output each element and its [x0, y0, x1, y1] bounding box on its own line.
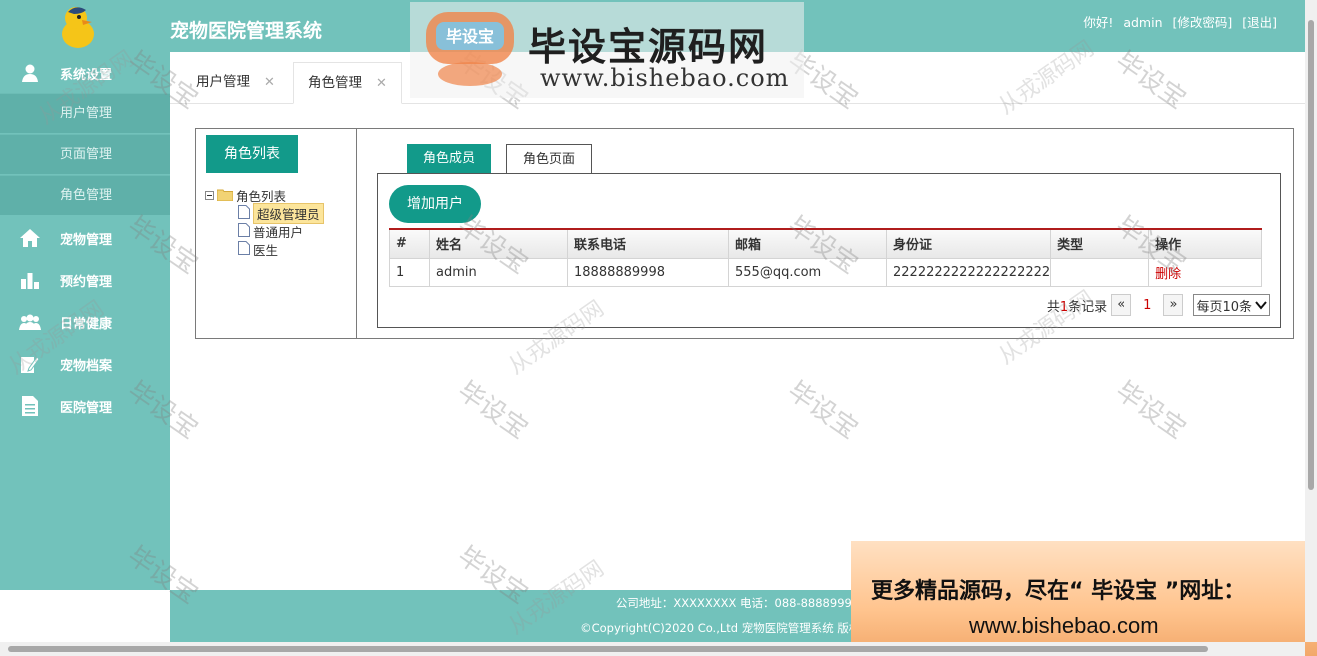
table-header-row: # 姓名 联系电话 邮箱 身份证 类型 操作	[389, 228, 1262, 259]
tree-item-regular-user[interactable]: 普通用户	[238, 222, 303, 241]
cell-email: 555@qq.com	[728, 257, 887, 287]
folder-icon	[216, 188, 234, 204]
brand-watermark: 毕设宝 毕设宝源码网 www.bishebao.com	[410, 2, 804, 98]
current-page[interactable]: 1	[1143, 298, 1151, 313]
nav-pet-records[interactable]: 宠物档案	[0, 344, 170, 384]
nav-label: 宠物管理	[60, 232, 113, 248]
duck-logo-icon	[62, 7, 94, 48]
scroll-thumb[interactable]	[1308, 20, 1314, 490]
cell-no: 1	[389, 257, 430, 287]
edit-doc-icon	[18, 352, 42, 376]
tab-role-management[interactable]: 角色管理 ✕	[293, 62, 402, 104]
add-user-button[interactable]: 增加用户	[389, 185, 481, 223]
chevron-down-icon	[1255, 301, 1267, 310]
cell-action: 删除	[1148, 257, 1262, 287]
sidebar-item-user-management[interactable]: 用户管理	[0, 93, 170, 133]
sidebar: 系统设置 用户管理 页面管理 角色管理 宠物管理 预约管理 日常健康 宠物档案 …	[0, 0, 170, 590]
nav-hospital-management[interactable]: 医院管理	[0, 386, 170, 426]
tree-item-super-admin[interactable]: 超级管理员	[238, 203, 324, 224]
brand-url: www.bishebao.com	[540, 64, 790, 92]
greeting: 你好!	[1083, 15, 1114, 30]
logout-link[interactable]: [退出]	[1242, 15, 1277, 30]
tree-label: 医生	[253, 243, 279, 258]
svg-text:毕设宝: 毕设宝	[446, 27, 494, 46]
prev-page-button[interactable]: «	[1111, 294, 1132, 316]
close-icon[interactable]: ✕	[264, 75, 275, 90]
user-bar: 你好! admin [修改密码] [退出]	[1077, 12, 1277, 31]
column-header: 操作	[1148, 228, 1262, 259]
bishebao-logo-icon: 毕设宝	[426, 12, 514, 86]
cell-name: admin	[429, 257, 568, 287]
nav-daily-health[interactable]: 日常健康	[0, 302, 170, 342]
watermark: 毕设宝	[452, 375, 534, 446]
file-icon	[238, 205, 250, 222]
home-icon	[18, 226, 42, 250]
username: admin	[1123, 15, 1163, 30]
sidebar-item-page-management[interactable]: 页面管理	[0, 134, 170, 174]
members-table: # 姓名 联系电话 邮箱 身份证 类型 操作 1 admin 188888899…	[389, 228, 1262, 287]
column-header: #	[389, 228, 430, 259]
tree-item-doctor[interactable]: 医生	[238, 240, 278, 259]
nav-label: 宠物档案	[60, 358, 113, 374]
pagination: 共1条记录 « 1 » 每页10条	[1047, 294, 1270, 316]
ad-banner[interactable]: 更多精品源码，尽在“ 毕设宝 ”网址： www.bishebao.com	[851, 541, 1317, 656]
vertical-scrollbar[interactable]	[1305, 0, 1317, 642]
tab-user-management[interactable]: 用户管理 ✕	[182, 62, 289, 104]
members-box: 增加用户 # 姓名 联系电话 邮箱 身份证 类型 操作 1 admin 1888…	[377, 173, 1281, 328]
watermark: 毕设宝	[782, 375, 864, 446]
nav-label: 系统设置	[60, 67, 113, 83]
watermark: 毕设宝	[1110, 375, 1192, 446]
role-list-button[interactable]: 角色列表	[206, 135, 298, 173]
cell-id-card: 2222222222222222222	[885, 257, 1052, 287]
tab-label: 用户管理	[196, 74, 250, 90]
column-header: 联系电话	[567, 228, 729, 259]
nav-appointment-management[interactable]: 预约管理	[0, 260, 170, 300]
change-password-link[interactable]: [修改密码]	[1172, 15, 1232, 30]
ad-text: 更多精品源码，尽在“ 毕设宝 ”网址：	[871, 579, 1246, 604]
ad-url: www.bishebao.com	[969, 613, 1159, 638]
scroll-thumb[interactable]	[8, 646, 1208, 652]
collapse-icon[interactable]	[205, 188, 214, 203]
column-header: 类型	[1050, 228, 1150, 259]
nav-label: 日常健康	[60, 316, 113, 332]
cell-type	[1050, 257, 1150, 287]
table-row: 1 admin 18888889998 555@qq.com 222222222…	[389, 257, 1262, 287]
role-panel: 角色列表 角色列表 超级管理员 普通用户 医生 角色成员 角色页面 增加用户 #…	[195, 128, 1294, 339]
sidebar-item-role-management[interactable]: 角色管理	[0, 175, 170, 215]
tab-label: 角色管理	[308, 75, 362, 91]
cell-phone: 18888889998	[567, 257, 729, 287]
user-icon	[18, 61, 42, 85]
app-title: 宠物医院管理系统	[170, 20, 323, 42]
tree-label: 普通用户	[253, 225, 304, 240]
bar-chart-icon	[18, 268, 42, 292]
people-icon	[18, 310, 42, 334]
page-size-select[interactable]: 每页10条	[1193, 294, 1270, 316]
nav-label: 医院管理	[60, 400, 113, 416]
nav-pet-management[interactable]: 宠物管理	[0, 218, 170, 258]
tab-role-members[interactable]: 角色成员	[407, 144, 492, 173]
nav-label: 预约管理	[60, 274, 113, 290]
brand-name: 毕设宝源码网	[528, 25, 769, 69]
file-icon	[238, 223, 250, 240]
tab-role-pages[interactable]: 角色页面	[506, 144, 593, 173]
column-header: 姓名	[429, 228, 568, 259]
next-page-button[interactable]: »	[1163, 294, 1184, 316]
delete-link[interactable]: 删除	[1155, 267, 1181, 282]
role-list-pane: 角色列表 角色列表 超级管理员 普通用户 医生	[196, 129, 357, 338]
document-icon	[18, 394, 42, 418]
column-header: 邮箱	[728, 228, 887, 259]
tree-label: 超级管理员	[253, 203, 324, 224]
record-count: 共1条记录	[1046, 299, 1108, 315]
close-icon[interactable]: ✕	[376, 76, 387, 91]
nav-system-settings[interactable]: 系统设置	[0, 53, 170, 93]
file-icon	[238, 241, 250, 258]
column-header: 身份证	[885, 228, 1052, 259]
horizontal-scrollbar[interactable]	[0, 642, 1305, 656]
